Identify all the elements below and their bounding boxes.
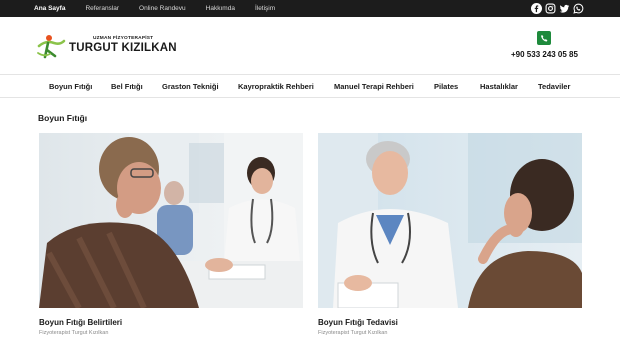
article-photo-examination — [318, 133, 582, 308]
phone-icon[interactable] — [537, 31, 551, 45]
article-title[interactable]: Boyun Fıtığı Tedavisi — [318, 318, 398, 327]
article-card[interactable]: Boyun Fıtığı Belirtileri Fizyoterapist T… — [39, 133, 303, 336]
nav-item-kayropraktik-rehberi[interactable]: Kayropraktik Rehberi — [238, 82, 314, 91]
top-nav: Ana Sayfa Referanslar Online Randevu Hak… — [34, 0, 295, 17]
article-card[interactable]: Boyun Fıtığı Tedavisi Fizyoterapist Turg… — [318, 133, 582, 336]
topnav-item-hakkimda[interactable]: Hakkımda — [206, 5, 235, 12]
main-nav: Boyun Fıtığı Bel Fıtığı Graston Tekniği … — [0, 76, 620, 98]
article-photo-consultation — [39, 133, 303, 308]
nav-item-hastaliklar[interactable]: Hastalıklar — [480, 82, 518, 91]
article-image[interactable] — [318, 133, 582, 308]
twitter-icon[interactable] — [559, 3, 570, 14]
top-bar: Ana Sayfa Referanslar Online Randevu Hak… — [0, 0, 620, 17]
topnav-item-iletisim[interactable]: İletişim — [255, 5, 275, 12]
article-image[interactable] — [39, 133, 303, 308]
nav-item-pilates[interactable]: Pilates — [434, 82, 458, 91]
nav-item-bel-fitigi[interactable]: Bel Fıtığı — [111, 82, 143, 91]
nav-item-tedaviler[interactable]: Tedaviler — [538, 82, 570, 91]
nav-item-manuel-terapi-rehberi[interactable]: Manuel Terapi Rehberi — [334, 82, 414, 91]
topnav-item-online-randevu[interactable]: Online Randevu — [139, 5, 186, 12]
phone-number[interactable]: +90 533 243 05 85 — [511, 50, 578, 59]
nav-item-boyun-fitigi[interactable]: Boyun Fıtığı — [49, 82, 92, 91]
social-links — [528, 3, 584, 14]
nav-item-graston-teknigi[interactable]: Graston Tekniği — [162, 82, 219, 91]
brand-subtitle: UZMAN FİZYOTERAPİST — [93, 36, 154, 41]
brand-name: TURGUT KIZILKAN — [69, 42, 177, 54]
topnav-item-referanslar[interactable]: Referanslar — [85, 5, 119, 12]
page-title: Boyun Fıtığı — [38, 113, 88, 123]
instagram-icon[interactable] — [545, 3, 556, 14]
topnav-item-ana-sayfa[interactable]: Ana Sayfa — [34, 5, 65, 12]
site-header: UZMAN FİZYOTERAPİST TURGUT KIZILKAN +90 … — [0, 17, 620, 75]
logo-mark-icon — [37, 35, 66, 59]
article-author: Fizyoterapist Turgut Kızılkan — [39, 330, 109, 336]
site-logo[interactable]: UZMAN FİZYOTERAPİST TURGUT KIZILKAN — [36, 31, 177, 63]
facebook-icon[interactable] — [531, 3, 542, 14]
article-title[interactable]: Boyun Fıtığı Belirtileri — [39, 318, 122, 327]
whatsapp-icon[interactable] — [573, 3, 584, 14]
article-author: Fizyoterapist Turgut Kızılkan — [318, 330, 388, 336]
